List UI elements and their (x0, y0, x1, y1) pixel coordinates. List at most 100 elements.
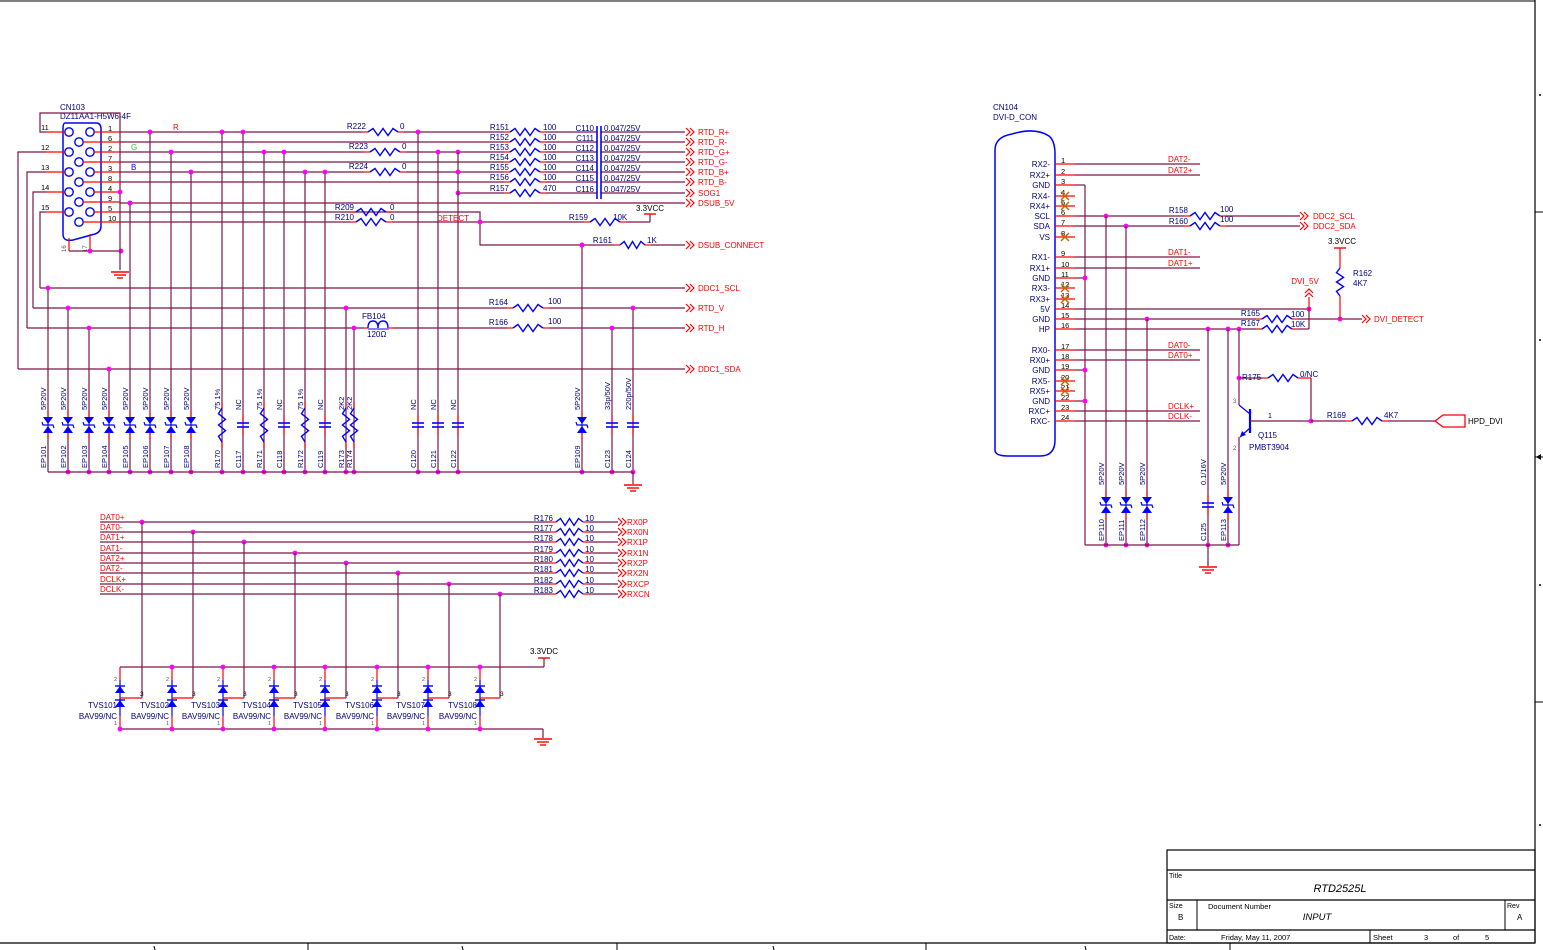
clamp-ref: TVS101 (88, 701, 117, 710)
tvs-diode-symbol (145, 417, 155, 424)
component-value: 5P20V (1219, 462, 1228, 485)
junction-dot (477, 664, 483, 670)
pin-number: 23 (1061, 403, 1069, 412)
junction-dot (220, 664, 226, 670)
resistor-value: 100 (543, 163, 557, 172)
resistor-value: 10 (585, 534, 594, 543)
wire (39, 211, 46, 288)
component-ref: EP107 (162, 445, 171, 468)
pin-number: 3 (108, 164, 112, 173)
junction-dot (127, 200, 133, 206)
junction-dot (425, 664, 431, 670)
pin-number: 2 (108, 144, 112, 153)
pin-number: 5 (108, 204, 112, 213)
pin-number: 3 (1061, 177, 1065, 186)
pin-number: 9 (1061, 249, 1065, 258)
transistor-ref: Q115 (1258, 431, 1278, 440)
resistor-value: 4K7 (1384, 411, 1399, 420)
pin-number: 2 (1061, 167, 1065, 176)
pin-number: 16 (1061, 321, 1069, 330)
clamp-part: BAV99/NC (284, 712, 322, 721)
component-value: 5P20V (1097, 462, 1106, 485)
resistor-ref: R183 (534, 586, 554, 595)
size-label: Size (1169, 903, 1183, 910)
net-port-label: DVI_5V (1291, 277, 1319, 286)
component-ref: EP103 (80, 445, 89, 468)
net-port-label: RX2N (627, 569, 649, 578)
component-ref: EP111 (1117, 520, 1126, 541)
pin-number: 10 (1061, 260, 1069, 269)
pin-number: 7 (1061, 218, 1065, 227)
frame-zone-mark (461, 945, 464, 950)
resistor-ref: R175 (1242, 373, 1262, 382)
capacitor-ref: C110 (575, 124, 594, 133)
pin-name: RX2+ (1030, 171, 1051, 180)
port-arrow-icon (617, 568, 623, 578)
resistor-symbol (555, 589, 584, 599)
net-label: DAT2+ (100, 554, 125, 563)
net-port-label: DDC1_SCL (698, 284, 740, 293)
clamp-part: BAV99/NC (79, 712, 117, 721)
junction-dot (630, 305, 636, 311)
tvs-diode-symbol (1121, 506, 1131, 513)
resistor-ref: R178 (534, 534, 554, 543)
connector-ref: CN103 (60, 103, 85, 112)
resistor-symbol (509, 177, 541, 187)
pin-name: RX4+ (1030, 202, 1051, 211)
pin-number: 3 (243, 691, 247, 698)
capacitor-value: 0.047/25V (604, 174, 641, 183)
clamp-diode-symbol (269, 686, 279, 693)
net-port-label: RTD_H (698, 324, 725, 333)
component-ref: EP112 (1138, 519, 1147, 541)
connector-pin-icon (64, 167, 74, 177)
resistor-value: 100 (543, 133, 557, 142)
resistor-value: 0 (390, 213, 395, 222)
junction-dot (455, 169, 461, 175)
pin-number: 13 (41, 163, 49, 172)
junction-dot (261, 149, 267, 155)
connector-pin-icon (64, 187, 74, 197)
resistor-ref: R179 (534, 545, 554, 554)
port-arrow-icon (1299, 211, 1305, 221)
resistor-value: 100 (543, 143, 557, 152)
net-label: DAT2+ (1168, 166, 1193, 175)
component-value: NC (316, 399, 325, 410)
resistor-ref: R152 (490, 133, 510, 142)
junction-dot (188, 169, 194, 175)
resistor-ref: R166 (489, 318, 509, 327)
tvs-diode-symbol (63, 417, 73, 424)
component-ref: R174 (345, 450, 354, 468)
component-ref: C122 (449, 450, 458, 468)
resistor-value: 100 (543, 173, 557, 182)
component-value: 5P20V (59, 387, 68, 410)
port-arrow-icon (1361, 314, 1367, 324)
junction-dot (609, 325, 615, 331)
tvs-diode-symbol (577, 417, 587, 424)
net-port-label: RX1P (627, 538, 648, 547)
component-value: 75 1% (296, 388, 305, 410)
resistor-ref: R222 (347, 122, 367, 131)
ferrite-bead-symbol (367, 320, 389, 329)
pin-number: 2 (217, 677, 220, 683)
pin-number: 1 (217, 721, 220, 727)
resistor-symbol (1351, 416, 1383, 426)
power-label: 3.3VCC (1328, 237, 1356, 246)
resistor-value: 4K7 (1353, 279, 1368, 288)
resistor-ref: R169 (1327, 411, 1347, 420)
net-port-label: RXCP (627, 580, 649, 589)
component-ref: C125 (1199, 523, 1208, 541)
clamp-part: BAV99/NC (336, 712, 374, 721)
connector-pin-icon (74, 197, 84, 207)
port-arrow-icon (685, 147, 691, 157)
junction-dot (271, 726, 277, 732)
tvs-diode-symbol (1101, 497, 1111, 504)
sheet-total: 5 (1485, 933, 1489, 942)
clamp-diode-symbol (423, 686, 433, 693)
connector-pin-icon (85, 127, 95, 137)
junction-dot (106, 366, 112, 372)
port-arrow-icon (685, 157, 691, 167)
junction-dot (425, 726, 431, 732)
net-port-label: DDC1_SDA (698, 365, 741, 374)
clamp-ref: TVS108 (448, 701, 477, 710)
component-value: 5P20V (141, 387, 150, 410)
